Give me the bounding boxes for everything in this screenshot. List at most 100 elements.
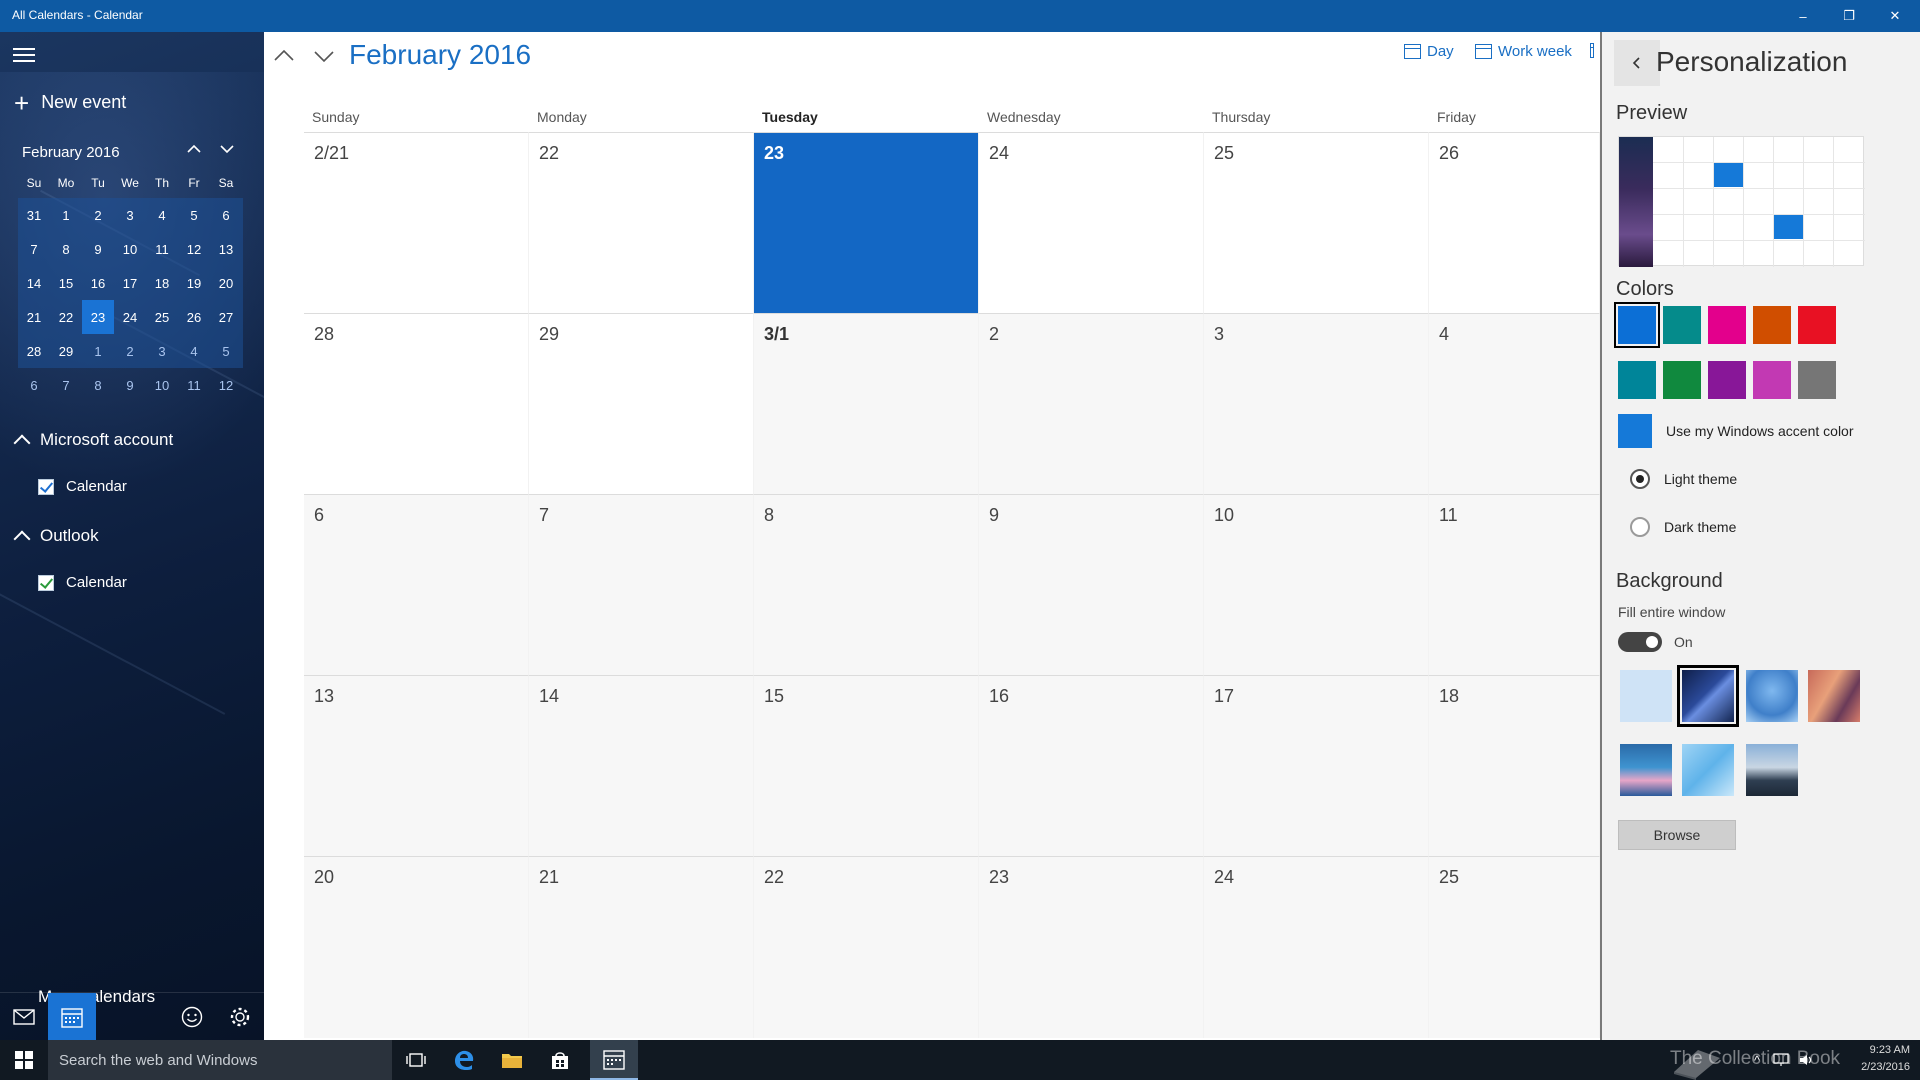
day-cell[interactable]: 15 bbox=[754, 675, 979, 856]
day-cell[interactable]: 2 bbox=[979, 313, 1204, 494]
mini-prev-month-icon[interactable] bbox=[186, 142, 202, 156]
calendar-button[interactable] bbox=[48, 993, 96, 1040]
mini-day[interactable]: 5 bbox=[210, 334, 242, 368]
volume-button[interactable] bbox=[1796, 1040, 1818, 1080]
calendar-toggle-microsoft[interactable]: Calendar bbox=[38, 478, 127, 495]
color-swatch[interactable] bbox=[1753, 361, 1791, 399]
mini-day[interactable]: 22 bbox=[50, 300, 82, 334]
checkbox-checked-icon[interactable] bbox=[38, 574, 54, 591]
mini-day-today[interactable]: 23 bbox=[82, 300, 114, 334]
day-cell[interactable]: 6 bbox=[304, 494, 529, 675]
mini-day[interactable]: 9 bbox=[114, 368, 146, 402]
mini-day[interactable]: 12 bbox=[210, 368, 242, 402]
color-swatch[interactable] bbox=[1708, 361, 1746, 399]
color-swatch[interactable] bbox=[1753, 306, 1791, 344]
day-cell[interactable]: 24 bbox=[1204, 856, 1429, 1038]
background-option-selected[interactable] bbox=[1677, 665, 1739, 727]
mini-day[interactable]: 17 bbox=[114, 266, 146, 300]
mini-day[interactable]: 1 bbox=[82, 334, 114, 368]
calendar-app-button[interactable] bbox=[590, 1040, 638, 1080]
mini-day[interactable]: 19 bbox=[178, 266, 210, 300]
mini-day[interactable]: 4 bbox=[146, 198, 178, 232]
week-view-button[interactable] bbox=[1590, 43, 1600, 58]
day-cell[interactable]: 8 bbox=[754, 494, 979, 675]
mail-button[interactable] bbox=[0, 993, 48, 1040]
mini-day[interactable]: 31 bbox=[18, 198, 50, 232]
day-cell[interactable]: 22 bbox=[529, 132, 754, 313]
mini-day[interactable]: 7 bbox=[18, 232, 50, 266]
mini-day[interactable]: 11 bbox=[178, 368, 210, 402]
day-cell[interactable]: 25 bbox=[1429, 856, 1600, 1038]
day-cell[interactable]: 25 bbox=[1204, 132, 1429, 313]
mini-day[interactable]: 20 bbox=[210, 266, 242, 300]
day-cell[interactable]: 22 bbox=[754, 856, 979, 1038]
day-cell[interactable]: 21 bbox=[529, 856, 754, 1038]
day-cell[interactable]: 9 bbox=[979, 494, 1204, 675]
mini-day[interactable]: 18 bbox=[146, 266, 178, 300]
start-button[interactable] bbox=[0, 1040, 48, 1080]
taskbar-search-box[interactable]: Search the web and Windows bbox=[48, 1040, 392, 1080]
background-option[interactable] bbox=[1746, 744, 1798, 796]
mini-day[interactable]: 15 bbox=[50, 266, 82, 300]
mini-next-month-icon[interactable] bbox=[219, 142, 235, 156]
maximize-button[interactable]: ❐ bbox=[1826, 0, 1872, 32]
mini-day[interactable]: 29 bbox=[50, 334, 82, 368]
day-cell[interactable]: 20 bbox=[304, 856, 529, 1038]
day-view-button[interactable]: Day bbox=[1404, 43, 1454, 60]
mini-day[interactable]: 2 bbox=[82, 198, 114, 232]
mini-day[interactable]: 2 bbox=[114, 334, 146, 368]
color-swatch[interactable] bbox=[1798, 306, 1836, 344]
edge-button[interactable] bbox=[440, 1040, 488, 1080]
color-swatch[interactable] bbox=[1798, 361, 1836, 399]
day-cell[interactable]: 10 bbox=[1204, 494, 1429, 675]
previous-month-icon[interactable] bbox=[272, 44, 296, 68]
minimize-button[interactable]: – bbox=[1780, 0, 1826, 32]
mini-day[interactable]: 7 bbox=[50, 368, 82, 402]
mini-day[interactable]: 28 bbox=[18, 334, 50, 368]
mini-day[interactable]: 5 bbox=[178, 198, 210, 232]
color-swatch[interactable] bbox=[1663, 306, 1701, 344]
mini-day[interactable]: 16 bbox=[82, 266, 114, 300]
mini-day[interactable]: 24 bbox=[114, 300, 146, 334]
light-theme-radio[interactable]: Light theme bbox=[1630, 469, 1737, 489]
day-cell[interactable]: 29 bbox=[529, 313, 754, 494]
day-cell[interactable]: 4 bbox=[1429, 313, 1600, 494]
back-button[interactable] bbox=[1614, 40, 1660, 86]
task-view-button[interactable] bbox=[392, 1040, 440, 1080]
mini-day[interactable]: 26 bbox=[178, 300, 210, 334]
day-cell[interactable]: 18 bbox=[1429, 675, 1600, 856]
day-cell[interactable]: 24 bbox=[979, 132, 1204, 313]
mini-day[interactable]: 10 bbox=[146, 368, 178, 402]
mini-day[interactable]: 11 bbox=[146, 232, 178, 266]
feedback-button[interactable] bbox=[168, 993, 216, 1040]
network-button[interactable] bbox=[1770, 1040, 1792, 1080]
color-swatch-selected[interactable] bbox=[1614, 302, 1660, 348]
mini-day[interactable]: 21 bbox=[18, 300, 50, 334]
month-title[interactable]: February 2016 bbox=[349, 39, 531, 71]
background-option-plain[interactable] bbox=[1620, 670, 1672, 722]
day-cell[interactable]: 3/1 bbox=[754, 313, 979, 494]
hamburger-menu-icon[interactable] bbox=[13, 48, 35, 64]
close-button[interactable]: ✕ bbox=[1872, 0, 1918, 32]
mini-day[interactable]: 8 bbox=[82, 368, 114, 402]
day-cell[interactable]: 13 bbox=[304, 675, 529, 856]
day-cell[interactable]: 7 bbox=[529, 494, 754, 675]
file-explorer-button[interactable] bbox=[488, 1040, 536, 1080]
mini-day[interactable]: 6 bbox=[18, 368, 50, 402]
mini-day[interactable]: 12 bbox=[178, 232, 210, 266]
color-swatch[interactable] bbox=[1663, 361, 1701, 399]
day-cell[interactable]: 23 bbox=[979, 856, 1204, 1038]
tray-overflow-button[interactable]: ^ bbox=[1748, 1040, 1766, 1080]
mini-day[interactable]: 27 bbox=[210, 300, 242, 334]
browse-button[interactable]: Browse bbox=[1618, 820, 1736, 850]
account-group-microsoft[interactable]: Microsoft account bbox=[12, 430, 173, 452]
day-cell[interactable]: 26 bbox=[1429, 132, 1600, 313]
next-month-icon[interactable] bbox=[312, 44, 336, 68]
background-option[interactable] bbox=[1682, 744, 1734, 796]
windows-accent-color-option[interactable]: Use my Windows accent color bbox=[1618, 414, 1854, 448]
color-swatch[interactable] bbox=[1618, 361, 1656, 399]
account-group-outlook[interactable]: Outlook bbox=[12, 526, 99, 548]
mini-day[interactable]: 3 bbox=[114, 198, 146, 232]
day-cell[interactable]: 17 bbox=[1204, 675, 1429, 856]
color-swatch[interactable] bbox=[1708, 306, 1746, 344]
